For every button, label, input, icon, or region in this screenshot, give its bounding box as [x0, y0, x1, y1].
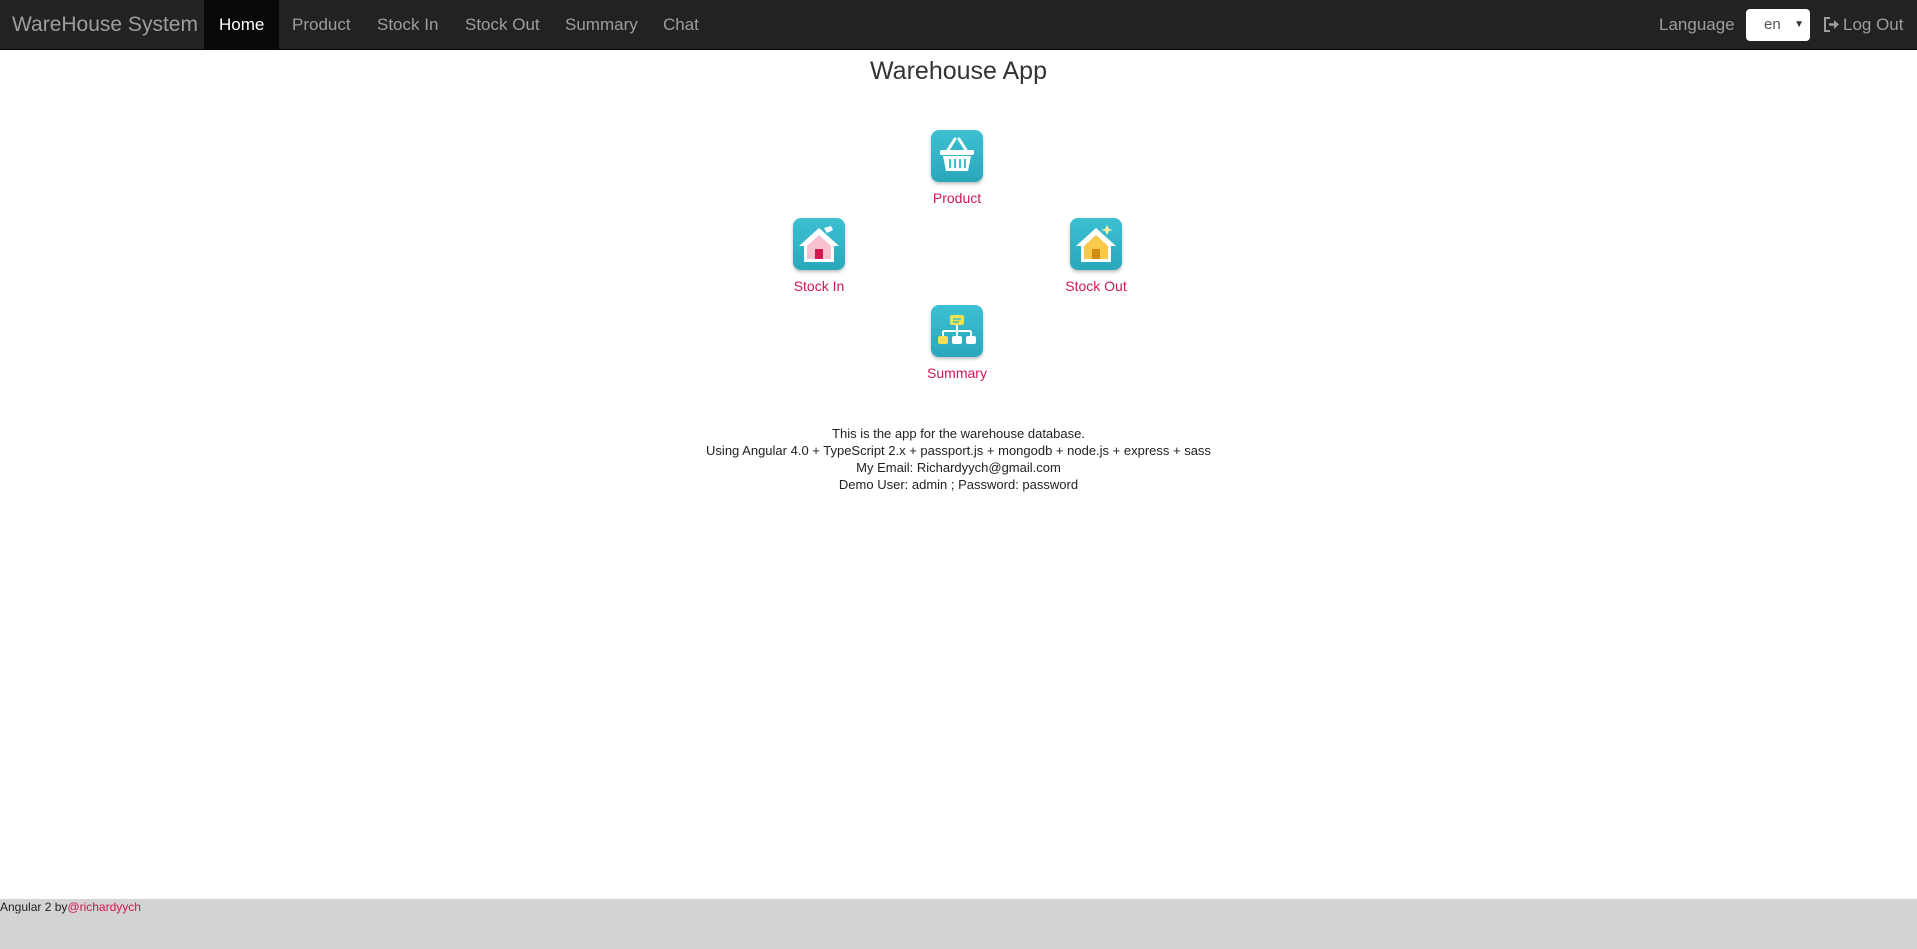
- tile-stock-out[interactable]: Stock Out: [1046, 218, 1146, 294]
- footer-credit: Angular 2 by: [0, 900, 68, 914]
- logout-label: Log Out: [1843, 15, 1904, 34]
- app-description: This is the app for the warehouse databa…: [0, 425, 1917, 493]
- nav-summary[interactable]: Summary: [550, 0, 653, 50]
- language-value: en: [1764, 16, 1781, 33]
- house-in-icon: [793, 218, 845, 270]
- info-line: Using Angular 4.0 + TypeScript 2.x + pas…: [706, 443, 1211, 458]
- house-out-icon: [1070, 218, 1122, 270]
- logout-button[interactable]: Log Out: [1824, 0, 1904, 50]
- footer-text: Angular 2 by@richardyych: [0, 900, 141, 914]
- nav-product[interactable]: Product: [277, 0, 366, 50]
- logout-icon: [1824, 17, 1839, 32]
- language-select[interactable]: en ▼: [1746, 9, 1810, 41]
- tile-stock-out-label: Stock Out: [1065, 278, 1127, 294]
- footer-author-link[interactable]: @richardyych: [67, 900, 141, 914]
- tile-product[interactable]: Product: [907, 130, 1007, 206]
- tile-stock-in-label: Stock In: [793, 278, 845, 294]
- nav-home[interactable]: Home: [204, 0, 280, 50]
- footer: Angular 2 by@richardyych: [0, 899, 1917, 949]
- info-line: My Email: Richardyych@gmail.com: [856, 460, 1061, 475]
- top-navbar: WareHouse System Home Product Stock In S…: [0, 0, 1917, 50]
- org-chart-icon: [931, 305, 983, 357]
- nav-stock-in[interactable]: Stock In: [362, 0, 453, 50]
- language-label: Language: [1659, 15, 1735, 34]
- basket-icon: [931, 130, 983, 182]
- nav-chat[interactable]: Chat: [648, 0, 714, 50]
- tile-product-label: Product: [932, 190, 982, 206]
- nav-stock-out[interactable]: Stock Out: [450, 0, 555, 50]
- page-title: Warehouse App: [870, 57, 1047, 85]
- brand-link[interactable]: WareHouse System: [12, 0, 198, 50]
- tile-summary-label: Summary: [927, 365, 987, 381]
- info-line: Demo User: admin ; Password: password: [838, 477, 1079, 492]
- info-line: This is the app for the warehouse databa…: [832, 426, 1085, 441]
- tile-summary[interactable]: Summary: [907, 305, 1007, 381]
- chevron-down-icon: ▼: [1794, 19, 1804, 30]
- tile-stock-in[interactable]: Stock In: [769, 218, 869, 294]
